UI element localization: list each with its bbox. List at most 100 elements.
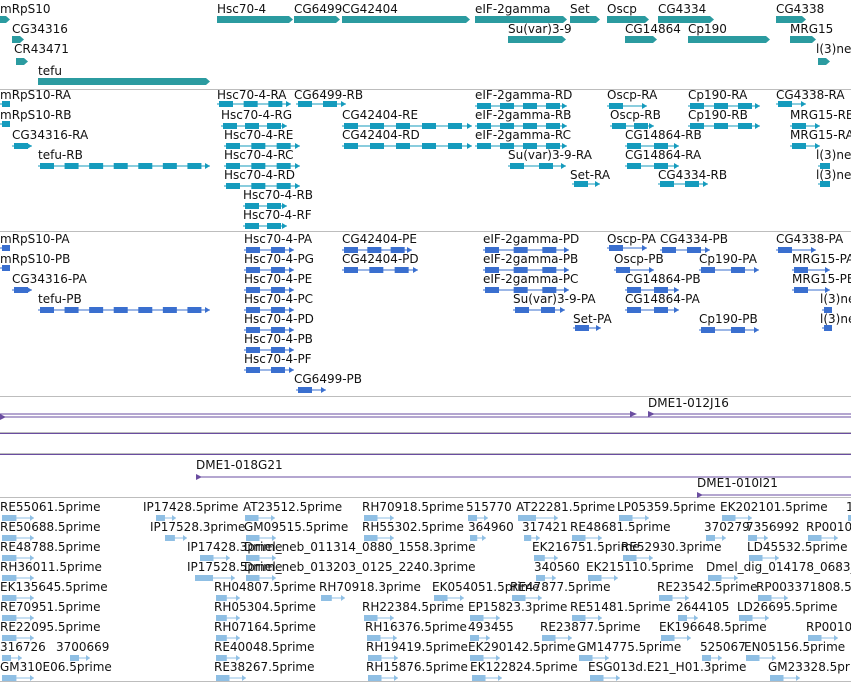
est-label[interactable]: RE22095.5prime [0,620,101,634]
gene-glyph[interactable] [570,16,602,24]
protein-label[interactable]: Cp190-PA [699,252,757,266]
protein-label[interactable]: CG34316-PA [12,272,87,286]
est-label[interactable]: RH04807.5prime [214,580,316,594]
transcript-label[interactable]: Oscp-RA [607,88,657,102]
clone-glyph[interactable] [697,492,851,500]
est-label[interactable]: RE47877.5prime [510,580,611,594]
transcript-glyph[interactable] [12,142,34,150]
transcript-label[interactable]: Hsc70-4-RC [224,148,294,162]
protein-label[interactable]: eIF-2gamma-PC [483,272,578,286]
transcript-glyph[interactable] [508,162,568,170]
transcript-label[interactable]: Hsc70-4-RB [243,188,313,202]
protein-label[interactable]: CG14864-PB [625,272,701,286]
est-label[interactable]: EK196648.5prime [659,620,767,634]
gene-label[interactable]: CG42404 [342,2,398,16]
gene-label[interactable]: Cp190 [688,22,727,36]
gene-label[interactable]: CG14864 [625,22,681,36]
gene-label[interactable]: tefu [38,64,62,78]
est-label[interactable]: RE70951.5prime [0,600,101,614]
est-label[interactable]: RH70918.3prime [319,580,421,594]
est-label[interactable]: RE38267.5prime [214,660,315,674]
est-label[interactable]: RH22384.5prime [362,600,464,614]
protein-glyph[interactable] [822,324,834,332]
est-label[interactable]: RP003371808.5 [756,580,851,594]
est-label[interactable]: GM23328.5prime [768,660,851,674]
est-label[interactable]: RE48681.5prime [570,520,671,534]
gene-label[interactable]: Oscp [607,2,637,16]
protein-label[interactable]: MRG15-PA [792,252,851,266]
est-glyph[interactable] [165,534,189,542]
transcript-label[interactable]: Hsc70-4-RD [224,168,295,182]
transcript-glyph[interactable] [818,180,832,188]
transcript-label[interactable]: CG42404-RD [342,128,420,142]
est-glyph[interactable] [623,554,655,562]
est-glyph[interactable] [2,674,36,682]
transcript-label[interactable]: Cp190-RA [688,88,747,102]
clone-glyph[interactable] [0,410,851,418]
transcript-label[interactable]: Oscp-RB [610,108,661,122]
protein-label[interactable]: CG42404-PD [342,252,419,266]
protein-glyph[interactable] [12,286,34,294]
est-label[interactable]: GM09515.5prime [244,520,348,534]
est-label[interactable]: RE55061.5prime [0,500,101,514]
est-label[interactable]: RH19419.5prime [366,640,468,654]
gene-label[interactable]: mRpS10 [0,2,51,16]
est-label[interactable]: RE52930.3prime [621,540,722,554]
est-label[interactable]: RP00102298 [806,520,851,534]
gene-label[interactable]: CG34316 [12,22,68,36]
est-label[interactable]: GM14775.5prime [577,640,681,654]
gene-label[interactable]: Hsc70-4 [217,2,266,16]
protein-label[interactable]: Cp190-PB [699,312,758,326]
clone-label[interactable]: DME1-018G21 [196,458,283,472]
est-glyph[interactable] [321,594,347,602]
est-label[interactable]: RE40048.5prime [214,640,315,654]
protein-label[interactable]: MRG15-PB [792,272,851,286]
est-glyph[interactable] [702,654,724,662]
est-glyph[interactable] [368,674,400,682]
est-label[interactable]: 370279 [704,520,750,534]
transcript-glyph[interactable] [0,120,12,128]
protein-label[interactable]: CG4338-PA [776,232,843,246]
gene-glyph[interactable] [0,16,12,24]
clone-label[interactable]: DME1-010I21 [697,476,778,490]
est-label[interactable]: RE50688.5prime [0,520,101,534]
est-label[interactable]: IP17428.5prime [143,500,238,514]
est-label[interactable]: RH55302.5prime [362,520,464,534]
gene-label[interactable]: CG4338 [776,2,824,16]
gene-glyph[interactable] [688,36,772,44]
est-label[interactable]: GM310E06.5prime [0,660,112,674]
est-glyph[interactable] [472,674,504,682]
protein-label[interactable]: CG4334-PB [660,232,728,246]
est-label[interactable]: EK122824.5prime [470,660,578,674]
est-label[interactable]: 364960 [468,520,514,534]
transcript-label[interactable]: Hsc70-4-RE [224,128,293,142]
protein-glyph[interactable] [342,266,420,274]
est-label[interactable]: RH70918.5prime [362,500,464,514]
protein-label[interactable]: Su(var)3-9-PA [513,292,596,306]
gene-label[interactable]: Su(var)3-9 [508,22,572,36]
transcript-label[interactable]: CG42404-RE [342,108,418,122]
est-label[interactable]: Dmel_dig_014178_0683_2 [706,560,851,574]
protein-glyph[interactable] [0,244,12,252]
est-label[interactable]: RH16376.5prime [365,620,467,634]
est-label[interactable]: RH07164.5prime [214,620,316,634]
protein-label[interactable]: Hsc70-4-PE [244,272,312,286]
transcript-label[interactable]: MRG15-RA [790,128,851,142]
est-glyph[interactable] [661,634,693,642]
transcript-glyph[interactable] [688,122,762,130]
gene-glyph[interactable] [16,58,30,66]
protein-glyph[interactable] [607,244,649,252]
protein-label[interactable]: Hsc70-4-PB [244,332,313,346]
gene-glyph[interactable] [294,16,342,24]
transcript-label[interactable]: eIF-2gamma-RD [475,88,572,102]
protein-glyph[interactable] [244,366,296,374]
transcript-glyph[interactable] [572,180,602,188]
transcript-glyph[interactable] [658,180,710,188]
protein-label[interactable]: CG14864-PA [625,292,700,306]
protein-glyph[interactable] [625,306,681,314]
est-label[interactable]: LP05359.5prime [617,500,716,514]
est-label[interactable]: RH36011.5prime [0,560,102,574]
protein-label[interactable]: CG6499-PB [294,372,362,386]
protein-glyph[interactable] [699,326,761,334]
gene-label[interactable]: CG4334 [658,2,706,16]
